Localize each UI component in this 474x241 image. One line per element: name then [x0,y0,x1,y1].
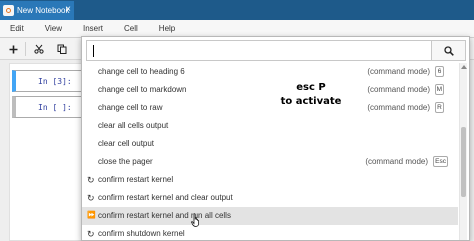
command-label: confirm restart kernel and run all cells [98,211,231,220]
tab-close-icon[interactable]: × [65,4,71,15]
command-mode: (command mode) [365,157,428,166]
annotation-line-1: esc P [296,82,326,93]
command-label: clear all cells output [98,121,169,130]
palette-scrollbar[interactable] [459,63,467,240]
menu-cell[interactable]: Cell [124,24,138,33]
command-icon [87,139,96,149]
command-label: confirm restart kernel and clear output [98,193,233,202]
command-label: close the pager [98,157,153,166]
search-icon [443,45,454,56]
command-icon [87,103,96,113]
command-palette: change cell to heading 6 (command mode) … [81,36,470,241]
cell-prompt: In [3]: [38,77,72,86]
command-icon [87,121,96,131]
command-item-hovered[interactable]: ⏩ confirm restart kernel and run all cel… [82,207,458,225]
restart-icon: ↻ [87,229,95,239]
command-item[interactable]: change cell to heading 6 (command mode) … [82,63,458,81]
plus-icon[interactable] [4,41,22,57]
command-item[interactable]: ↻ confirm restart kernel [82,171,458,189]
cell-prompt: In [ ]: [38,103,72,112]
command-item[interactable]: ↻ confirm restart kernel and clear outpu… [82,189,458,207]
menu-edit[interactable]: Edit [10,24,24,33]
hand-cursor-icon [191,213,199,227]
shortcut-key: 6 [435,66,444,77]
menu-view[interactable]: View [45,24,62,33]
command-mode: (command mode) [367,67,430,76]
toolbar-separator [25,42,26,56]
jupyter-logo-icon [3,5,14,16]
browser-tab[interactable]: New Notebook × [0,1,74,20]
fast-forward-icon: ⏩ [87,212,96,219]
palette-search-box [86,40,466,61]
command-icon [87,85,96,95]
command-label: change cell to heading 6 [98,67,185,76]
command-label: change cell to markdown [98,85,187,94]
palette-search-input[interactable] [90,43,425,58]
shortcut-key: R [435,102,444,113]
scissors-icon[interactable] [30,41,48,57]
command-label: clear cell output [98,139,155,148]
scroll-thumb[interactable] [461,127,466,197]
command-mode: (command mode) [367,103,430,112]
menu-help[interactable]: Help [159,24,175,33]
shortcut-key: M [434,84,444,95]
command-label: change cell to raw [98,103,163,112]
command-mode: (command mode) [367,85,430,94]
command-label: confirm shutdown kernel [98,229,185,238]
menu-insert[interactable]: Insert [83,24,103,33]
copy-icon[interactable] [53,41,71,57]
search-button[interactable] [431,41,465,60]
tab-title: New Notebook [17,6,70,15]
command-icon [87,67,96,77]
command-item[interactable]: close the pager (command mode) Esc [82,153,458,171]
shortcut-annotation: esc P to activate [266,81,356,109]
text-caret [93,45,94,57]
command-item[interactable]: clear all cells output [82,117,458,135]
browser-tab-strip: New Notebook × [0,0,474,20]
command-item[interactable]: clear cell output [82,135,458,153]
command-label: confirm restart kernel [98,175,174,184]
restart-icon: ↻ [87,193,95,203]
annotation-line-2: to activate [280,96,342,107]
scroll-up-icon[interactable] [461,65,467,69]
command-item[interactable]: ↻ confirm shutdown kernel [82,225,458,240]
command-icon [87,157,96,167]
shortcut-key: Esc [433,156,448,167]
restart-icon: ↻ [87,175,95,185]
